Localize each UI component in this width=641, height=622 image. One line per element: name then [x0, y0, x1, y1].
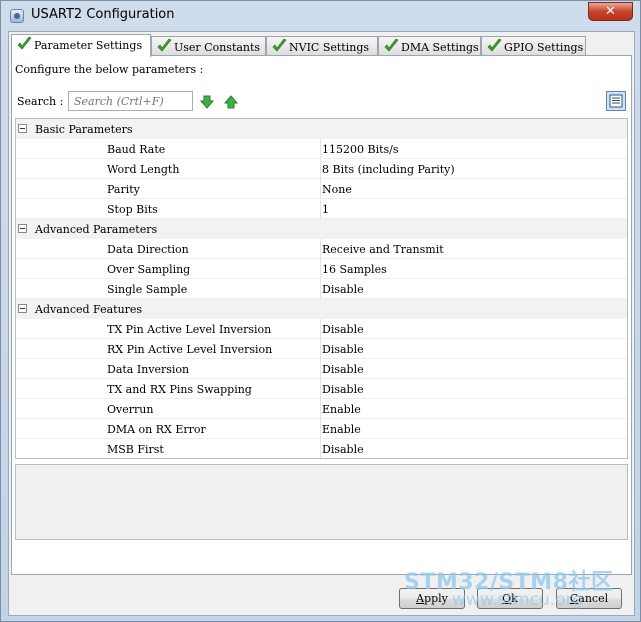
parameter-row[interactable]: Data Inversion Disable	[16, 359, 627, 379]
parameter-name: Single Sample	[107, 283, 188, 296]
column-divider	[320, 379, 321, 399]
search-previous-arrow-icon[interactable]	[224, 95, 238, 109]
parameter-value[interactable]: Disable	[322, 383, 364, 396]
check-icon	[272, 38, 287, 52]
list-view-icon	[609, 94, 623, 108]
parameter-settings-panel: Configure the below parameters : Search …	[11, 55, 632, 575]
group-label: Basic Parameters	[35, 123, 133, 136]
parameter-name: TX Pin Active Level Inversion	[107, 323, 272, 336]
parameter-name: RX Pin Active Level Inversion	[107, 343, 273, 356]
collapse-toggle-icon[interactable]	[18, 304, 27, 313]
check-icon	[384, 38, 399, 52]
window-title: USART2 Configuration	[31, 7, 175, 22]
parameter-value[interactable]: 1	[322, 203, 329, 216]
parameter-row[interactable]: DMA on RX Error Enable	[16, 419, 627, 439]
parameter-row[interactable]: Baud Rate 115200 Bits/s	[16, 139, 627, 159]
apply-button[interactable]: Apply	[399, 588, 465, 609]
parameter-name: Data Direction	[107, 243, 189, 256]
tab-dma-settings[interactable]: DMA Settings	[378, 36, 481, 56]
column-divider	[320, 399, 321, 419]
tab-gpio-settings[interactable]: GPIO Settings	[481, 36, 586, 56]
parameter-name: Stop Bits	[107, 203, 158, 216]
column-divider	[320, 139, 321, 159]
parameter-value[interactable]: 16 Samples	[322, 263, 387, 276]
parameter-value[interactable]: Disable	[322, 283, 364, 296]
column-divider	[320, 419, 321, 439]
parameter-value[interactable]: 115200 Bits/s	[322, 143, 399, 156]
column-divider	[320, 439, 321, 458]
parameter-name: Word Length	[107, 163, 180, 176]
parameter-row[interactable]: MSB First Disable	[16, 439, 627, 458]
parameter-row[interactable]: Single Sample Disable	[16, 279, 627, 299]
parameter-row[interactable]: Stop Bits 1	[16, 199, 627, 219]
group-header[interactable]: Advanced Features	[16, 299, 627, 319]
search-label: Search :	[17, 95, 64, 108]
column-divider	[320, 159, 321, 179]
parameter-value[interactable]: Disable	[322, 443, 364, 456]
parameter-value[interactable]: Disable	[322, 363, 364, 376]
tab-nvic-settings[interactable]: NVIC Settings	[266, 36, 378, 56]
app-icon	[10, 9, 24, 23]
parameter-row[interactable]: TX Pin Active Level Inversion Disable	[16, 319, 627, 339]
parameter-value[interactable]: None	[322, 183, 352, 196]
tab-label: User Constants	[174, 41, 261, 54]
check-icon	[487, 38, 502, 52]
parameter-row[interactable]: Data Direction Receive and Transmit	[16, 239, 627, 259]
column-divider	[320, 259, 321, 279]
search-next-arrow-icon[interactable]	[200, 95, 214, 109]
tab-label: Parameter Settings	[34, 39, 143, 52]
parameter-name: TX and RX Pins Swapping	[107, 383, 252, 396]
column-divider	[320, 239, 321, 259]
parameter-value[interactable]: Disable	[322, 323, 364, 336]
column-divider	[320, 179, 321, 199]
cancel-button[interactable]: Cancel	[556, 588, 622, 609]
search-input[interactable]	[68, 91, 193, 111]
parameter-name: Data Inversion	[107, 363, 190, 376]
column-divider	[320, 359, 321, 379]
dialog-window: USART2 Configuration ✕ Parameter Setting…	[0, 0, 641, 622]
check-icon	[157, 38, 172, 52]
parameter-name: Parity	[107, 183, 140, 196]
collapse-toggle-icon[interactable]	[18, 124, 27, 133]
group-label: Advanced Features	[35, 303, 143, 316]
parameter-name: Overrun	[107, 403, 154, 416]
parameter-value[interactable]: 8 Bits (including Parity)	[322, 163, 455, 176]
ok-button[interactable]: Ok	[477, 588, 543, 609]
column-divider	[320, 199, 321, 219]
parameter-value[interactable]: Disable	[322, 343, 364, 356]
tab-label: NVIC Settings	[289, 41, 370, 54]
parameter-row[interactable]: TX and RX Pins Swapping Disable	[16, 379, 627, 399]
group-label: Advanced Parameters	[35, 223, 158, 236]
parameter-name: MSB First	[107, 443, 164, 456]
parameter-value[interactable]: Enable	[322, 403, 361, 416]
column-divider	[320, 339, 321, 359]
title-bar[interactable]: USART2 Configuration ✕	[1, 1, 640, 31]
view-mode-button[interactable]	[606, 91, 626, 111]
parameter-table: Basic Parameters Baud Rate 115200 Bits/s Wo…	[15, 118, 628, 459]
column-divider	[320, 319, 321, 339]
parameter-name: DMA on RX Error	[107, 423, 206, 436]
parameter-value[interactable]: Receive and Transmit	[322, 243, 444, 256]
parameter-name: Baud Rate	[107, 143, 166, 156]
parameter-row[interactable]: Word Length 8 Bits (including Parity)	[16, 159, 627, 179]
parameter-row[interactable]: Parity None	[16, 179, 627, 199]
configure-instructions: Configure the below parameters :	[15, 63, 204, 76]
group-header[interactable]: Advanced Parameters	[16, 219, 627, 239]
tab-label: DMA Settings	[401, 41, 479, 54]
description-panel	[15, 464, 628, 540]
parameter-name: Over Sampling	[107, 263, 191, 276]
collapse-toggle-icon[interactable]	[18, 224, 27, 233]
dialog-client: Parameter Settings User Constants NVIC Set…	[8, 31, 635, 616]
column-divider	[320, 279, 321, 299]
tab-user-constants[interactable]: User Constants	[151, 36, 266, 56]
parameter-row[interactable]: RX Pin Active Level Inversion Disable	[16, 339, 627, 359]
group-header[interactable]: Basic Parameters	[16, 119, 627, 139]
check-icon	[17, 36, 32, 50]
close-button[interactable]: ✕	[588, 2, 633, 21]
tab-parameter-settings[interactable]: Parameter Settings	[11, 34, 151, 57]
parameter-value[interactable]: Enable	[322, 423, 361, 436]
tab-label: GPIO Settings	[504, 41, 584, 54]
parameter-row[interactable]: Over Sampling 16 Samples	[16, 259, 627, 279]
parameter-row[interactable]: Overrun Enable	[16, 399, 627, 419]
